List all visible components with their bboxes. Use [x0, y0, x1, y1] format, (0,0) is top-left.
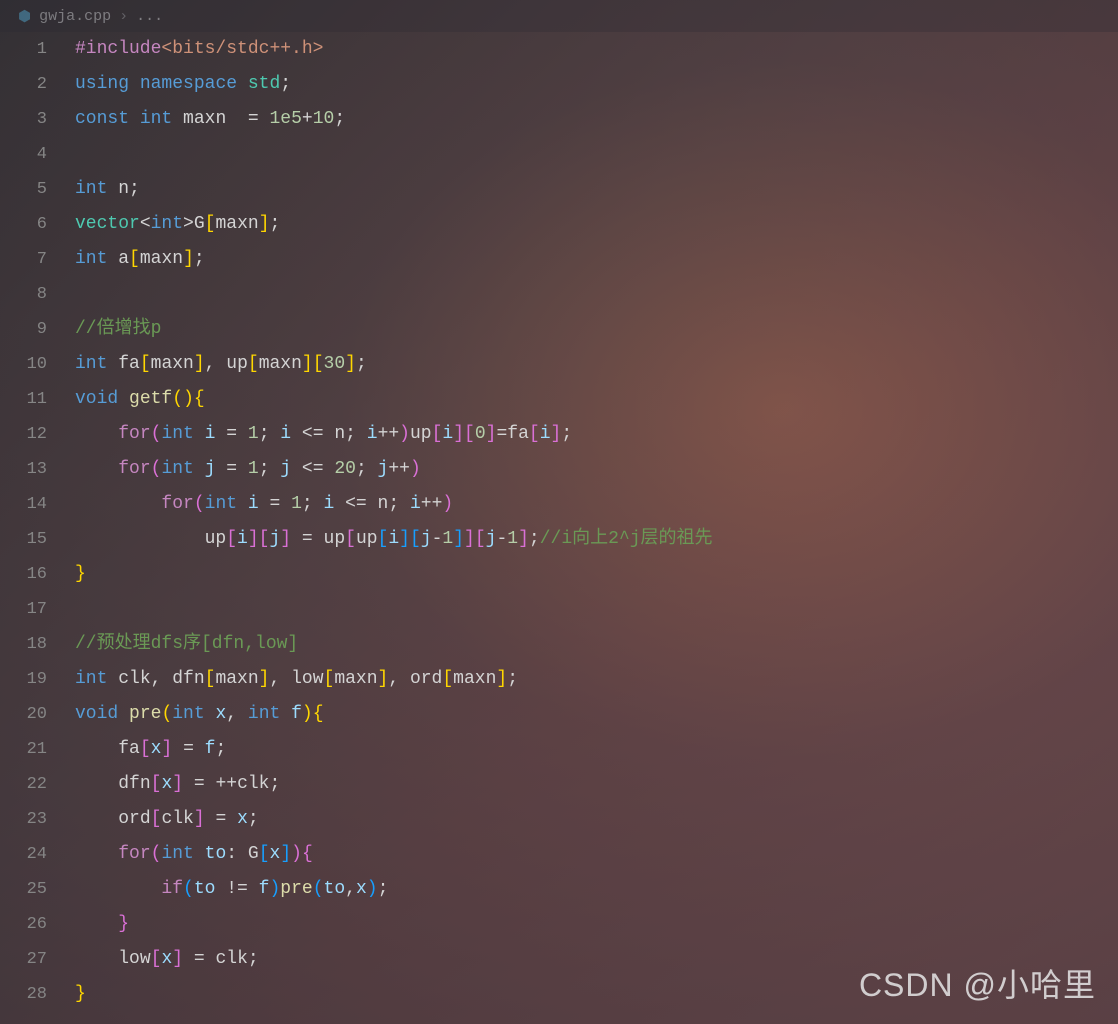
code-area[interactable]: #include<bits/stdc++.h>using namespace s…	[75, 32, 1118, 1012]
line-number: 12	[0, 417, 47, 452]
code-line[interactable]: //预处理dfs序[dfn,low]	[75, 627, 1118, 662]
line-number: 6	[0, 207, 47, 242]
code-line[interactable]: int clk, dfn[maxn], low[maxn], ord[maxn]…	[75, 662, 1118, 697]
code-line[interactable]: }	[75, 907, 1118, 942]
code-line[interactable]: ord[clk] = x;	[75, 802, 1118, 837]
line-number: 14	[0, 487, 47, 522]
code-editor[interactable]: 1234567891011121314151617181920212223242…	[0, 32, 1118, 1012]
breadcrumb[interactable]: ⬢ gwja.cpp › ...	[0, 0, 1118, 32]
code-line[interactable]: dfn[x] = ++clk;	[75, 767, 1118, 802]
line-number: 22	[0, 767, 47, 802]
line-number: 5	[0, 172, 47, 207]
line-number: 25	[0, 872, 47, 907]
code-line[interactable]: const int maxn = 1e5+10;	[75, 102, 1118, 137]
line-number: 18	[0, 627, 47, 662]
code-line[interactable]: for(int i = 1; i <= n; i++)	[75, 487, 1118, 522]
code-line[interactable]	[75, 592, 1118, 627]
code-line[interactable]: //倍增找p	[75, 312, 1118, 347]
breadcrumb-file[interactable]: gwja.cpp	[39, 8, 111, 25]
code-line[interactable]: up[i][j] = up[up[i][j-1]][j-1];//i向上2^j层…	[75, 522, 1118, 557]
breadcrumb-symbol[interactable]: ...	[136, 8, 163, 25]
line-number: 21	[0, 732, 47, 767]
cpp-file-icon: ⬢	[18, 7, 31, 26]
code-line[interactable]: #include<bits/stdc++.h>	[75, 32, 1118, 67]
code-line[interactable]: void pre(int x, int f){	[75, 697, 1118, 732]
chevron-right-icon: ›	[119, 8, 128, 25]
code-line[interactable]: void getf(){	[75, 382, 1118, 417]
code-line[interactable]: using namespace std;	[75, 67, 1118, 102]
line-number: 20	[0, 697, 47, 732]
code-line[interactable]: int n;	[75, 172, 1118, 207]
line-number: 2	[0, 67, 47, 102]
line-number: 1	[0, 32, 47, 67]
line-number: 27	[0, 942, 47, 977]
line-number: 16	[0, 557, 47, 592]
code-line[interactable]: if(to != f)pre(to,x);	[75, 872, 1118, 907]
line-number: 13	[0, 452, 47, 487]
line-number: 26	[0, 907, 47, 942]
line-number: 11	[0, 382, 47, 417]
code-line[interactable]	[75, 277, 1118, 312]
line-number: 15	[0, 522, 47, 557]
line-number: 8	[0, 277, 47, 312]
code-line[interactable]: fa[x] = f;	[75, 732, 1118, 767]
line-number: 3	[0, 102, 47, 137]
code-line[interactable]: }	[75, 557, 1118, 592]
code-line[interactable]: for(int to: G[x]){	[75, 837, 1118, 872]
line-number: 24	[0, 837, 47, 872]
code-line[interactable]	[75, 137, 1118, 172]
line-number: 17	[0, 592, 47, 627]
line-number-gutter: 1234567891011121314151617181920212223242…	[0, 32, 75, 1012]
line-number: 9	[0, 312, 47, 347]
code-line[interactable]: vector<int>G[maxn];	[75, 207, 1118, 242]
code-line[interactable]: int a[maxn];	[75, 242, 1118, 277]
code-line[interactable]: for(int j = 1; j <= 20; j++)	[75, 452, 1118, 487]
line-number: 4	[0, 137, 47, 172]
watermark: CSDN @小哈里	[859, 960, 1096, 1006]
line-number: 7	[0, 242, 47, 277]
line-number: 23	[0, 802, 47, 837]
code-line[interactable]: int fa[maxn], up[maxn][30];	[75, 347, 1118, 382]
code-line[interactable]: for(int i = 1; i <= n; i++)up[i][0]=fa[i…	[75, 417, 1118, 452]
line-number: 28	[0, 977, 47, 1012]
line-number: 19	[0, 662, 47, 697]
line-number: 10	[0, 347, 47, 382]
